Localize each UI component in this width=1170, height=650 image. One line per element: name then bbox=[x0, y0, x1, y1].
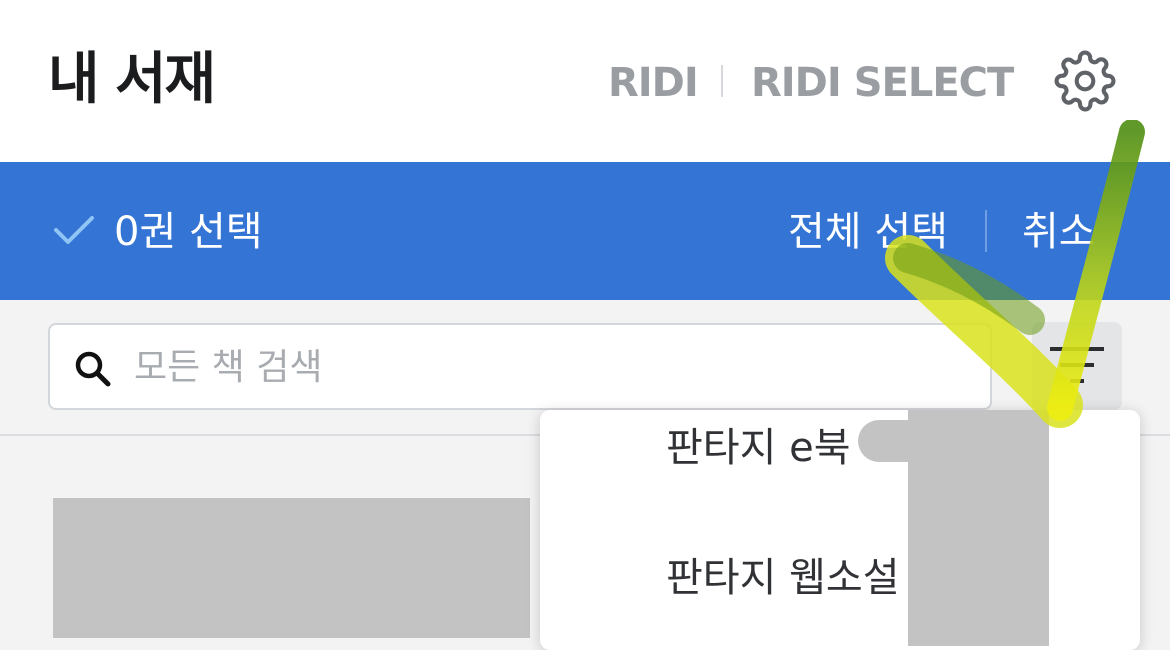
cancel-button[interactable]: 취소 bbox=[1022, 206, 1096, 258]
filter-icon[interactable] bbox=[1048, 345, 1106, 387]
ridi-link[interactable]: RIDI bbox=[608, 58, 699, 108]
book-cover[interactable] bbox=[53, 498, 530, 638]
select-all-button[interactable]: 전체 선택 bbox=[788, 206, 948, 258]
brand-divider bbox=[721, 65, 723, 97]
gear-icon[interactable] bbox=[1054, 50, 1116, 112]
check-icon bbox=[54, 216, 94, 244]
selection-divider bbox=[985, 210, 987, 252]
filter-dropdown: 판타지 e북 판타지 웹소설 bbox=[540, 410, 1140, 650]
page-title: 내 서재 bbox=[48, 47, 216, 112]
search-input[interactable] bbox=[134, 340, 974, 394]
ridi-select-link[interactable]: RIDI SELECT bbox=[751, 58, 1014, 108]
redaction-block bbox=[908, 410, 1049, 646]
selected-count: 0권 선택 bbox=[114, 209, 263, 255]
menu-item-fantasy-webnovel[interactable]: 판타지 웹소설 bbox=[666, 552, 900, 604]
search-icon bbox=[75, 351, 111, 387]
menu-item-fantasy-ebook[interactable]: 판타지 e북 bbox=[666, 422, 851, 474]
